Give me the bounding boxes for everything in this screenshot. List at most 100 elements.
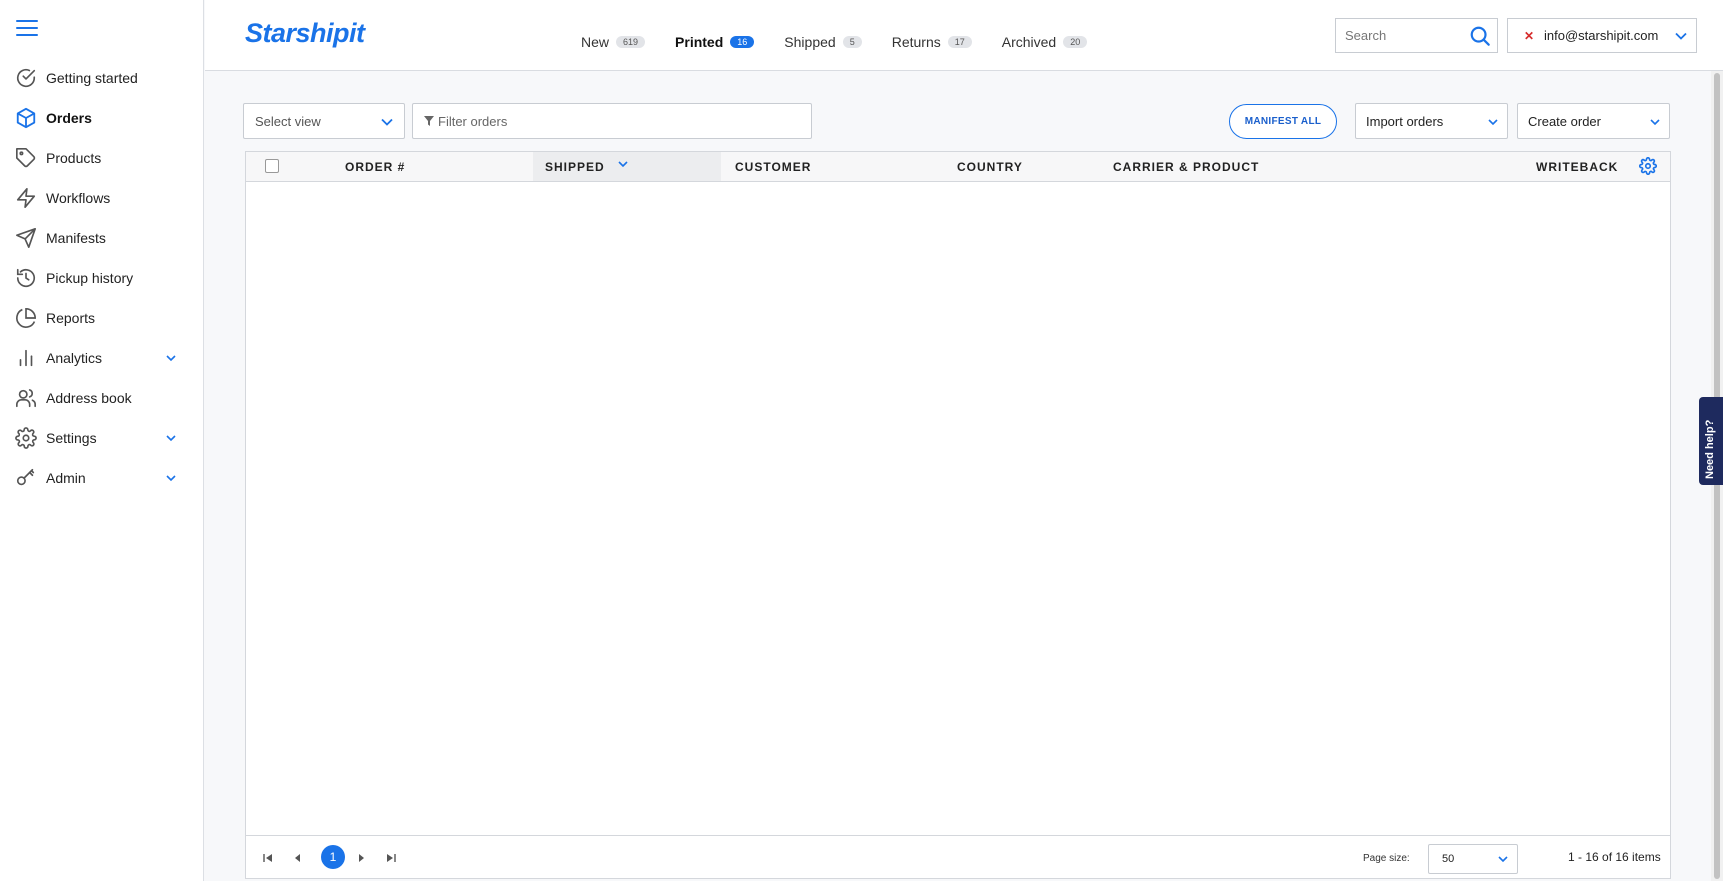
box-icon: [14, 106, 38, 130]
next-page-icon[interactable]: [353, 850, 369, 866]
tab-archived[interactable]: Archived 20: [1001, 34, 1088, 50]
tab-shipped[interactable]: Shipped 5: [784, 34, 862, 50]
column-country[interactable]: COUNTRY: [957, 160, 1023, 174]
grid-header: ORDER # SHIPPED CUSTOMER COUNTRY CARRIER…: [246, 152, 1670, 182]
chevron-down-icon: [381, 118, 393, 126]
sidebar-item-admin[interactable]: Admin: [0, 458, 204, 498]
column-shipped[interactable]: SHIPPED: [545, 160, 605, 174]
close-icon: ✕: [1524, 28, 1535, 43]
column-writeback[interactable]: WRITEBACK: [1536, 160, 1618, 174]
import-orders-label: Import orders: [1366, 113, 1444, 129]
manifest-all-button[interactable]: MANIFEST ALL: [1229, 104, 1337, 139]
sidebar-item-label: Manifests: [46, 230, 106, 246]
gear-icon[interactable]: [1639, 157, 1657, 175]
status-tabs: New 619 Printed 16 Shipped 5 Returns 17 …: [581, 34, 1117, 50]
sidebar-item-settings[interactable]: Settings: [0, 418, 204, 458]
column-order-number[interactable]: ORDER #: [345, 160, 405, 174]
sidebar-nav: Getting started Orders Products Workflow…: [0, 58, 204, 498]
select-view-label: Select view: [255, 113, 321, 129]
hamburger-menu-icon[interactable]: [16, 20, 38, 38]
sidebar-item-getting-started[interactable]: Getting started: [0, 58, 204, 98]
need-help-tab[interactable]: Need help?: [1699, 397, 1723, 485]
create-order-dropdown[interactable]: Create order: [1517, 103, 1670, 139]
history-icon: [14, 266, 38, 290]
key-icon: [14, 466, 38, 490]
tab-label: Archived: [1001, 34, 1057, 50]
lightning-icon: [14, 186, 38, 210]
tag-icon: [14, 146, 38, 170]
sidebar-item-manifests[interactable]: Manifests: [0, 218, 204, 258]
import-orders-dropdown[interactable]: Import orders: [1355, 103, 1508, 139]
select-all-checkbox[interactable]: [265, 159, 279, 173]
sidebar: Getting started Orders Products Workflow…: [0, 0, 204, 881]
tab-count-badge: 17: [947, 36, 972, 48]
last-page-icon[interactable]: [383, 850, 399, 866]
page-size-select[interactable]: 50: [1428, 844, 1518, 874]
first-page-icon[interactable]: [260, 850, 276, 866]
sidebar-item-address-book[interactable]: Address book: [0, 378, 204, 418]
top-header: Starshipit New 619 Printed 16 Shipped 5 …: [205, 0, 1723, 71]
sidebar-item-label: Settings: [46, 430, 97, 446]
tab-count-badge: 619: [616, 36, 646, 48]
tab-count-badge: 16: [730, 36, 755, 48]
column-carrier-product[interactable]: CARRIER & PRODUCT: [1113, 160, 1259, 174]
column-customer[interactable]: CUSTOMER: [735, 160, 811, 174]
tab-label: Shipped: [784, 34, 836, 50]
page-size-value: 50: [1442, 853, 1455, 865]
chevron-down-icon[interactable]: [164, 431, 178, 445]
search-box: [1335, 18, 1498, 53]
sidebar-item-label: Orders: [46, 110, 92, 126]
items-count: 1 - 16 of 16 items: [1568, 850, 1661, 864]
grid-pager: 1 Page size: 50 1 - 16 of 16 items: [246, 835, 1670, 878]
sidebar-item-label: Admin: [46, 470, 86, 486]
tab-label: New: [581, 34, 610, 50]
search-icon[interactable]: [1469, 25, 1491, 47]
sidebar-item-label: Getting started: [46, 70, 138, 86]
account-email: info@starshipit.com: [1544, 28, 1659, 43]
sidebar-item-label: Pickup history: [46, 270, 134, 286]
select-view-dropdown[interactable]: Select view: [243, 103, 405, 139]
account-selector[interactable]: ✕ info@starshipit.com: [1507, 18, 1697, 53]
users-icon: [14, 386, 38, 410]
check-circle-icon: [14, 66, 38, 90]
chevron-down-icon: [1675, 32, 1687, 40]
pie-chart-icon: [14, 306, 38, 330]
sidebar-item-workflows[interactable]: Workflows: [0, 178, 204, 218]
chevron-down-icon: [1498, 856, 1508, 863]
tab-printed[interactable]: Printed 16: [675, 34, 755, 50]
filter-box: [412, 103, 812, 139]
tab-count-badge: 20: [1063, 36, 1088, 48]
sidebar-item-label: Reports: [46, 310, 96, 326]
sidebar-item-analytics[interactable]: Analytics: [0, 338, 204, 378]
gear-icon: [14, 426, 38, 450]
tab-count-badge: 5: [842, 36, 862, 48]
bar-chart-icon: [14, 346, 38, 370]
tab-label: Returns: [891, 34, 941, 50]
filter-icon: [424, 116, 434, 126]
send-icon: [14, 226, 38, 250]
chevron-down-icon[interactable]: [164, 351, 178, 365]
search-input[interactable]: [1336, 19, 1456, 52]
tab-label: Printed: [675, 34, 724, 50]
tab-new[interactable]: New 619: [581, 34, 646, 50]
filter-orders-input[interactable]: [438, 113, 798, 129]
create-order-label: Create order: [1528, 113, 1601, 129]
sidebar-item-label: Workflows: [46, 190, 111, 206]
sidebar-item-label: Analytics: [46, 350, 103, 366]
current-page-button[interactable]: 1: [321, 845, 345, 869]
previous-page-icon[interactable]: [290, 850, 306, 866]
tab-returns[interactable]: Returns 17: [892, 34, 972, 50]
chevron-down-icon[interactable]: [164, 471, 178, 485]
sidebar-item-label: Products: [46, 150, 102, 166]
sidebar-item-reports[interactable]: Reports: [0, 298, 204, 338]
starshipit-logo[interactable]: Starshipit: [245, 18, 365, 49]
need-help-label: Need help?: [1704, 419, 1716, 479]
chevron-down-icon: [1488, 119, 1498, 126]
sidebar-item-pickup-history[interactable]: Pickup history: [0, 258, 204, 298]
sidebar-item-orders[interactable]: Orders: [0, 98, 204, 138]
sort-desc-icon[interactable]: [618, 159, 628, 169]
chevron-down-icon: [1650, 119, 1660, 126]
page-size-label: Page size:: [1363, 853, 1410, 864]
orders-grid: ORDER # SHIPPED CUSTOMER COUNTRY CARRIER…: [245, 151, 1671, 879]
sidebar-item-products[interactable]: Products: [0, 138, 204, 178]
